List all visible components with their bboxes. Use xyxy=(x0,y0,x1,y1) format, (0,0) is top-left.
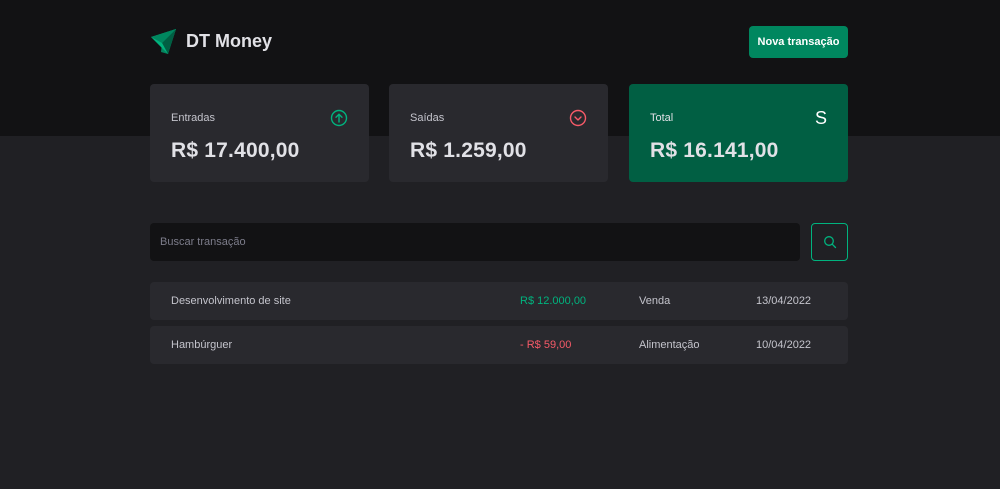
income-label: Entradas xyxy=(171,112,216,124)
transaction-category: Alimentação xyxy=(639,339,700,351)
transaction-price: - R$ 59,00 xyxy=(520,339,572,351)
transaction-date: 13/04/2022 xyxy=(756,295,812,307)
total-value: R$ 16.141,00 xyxy=(650,139,779,162)
outcome-value: R$ 1.259,00 xyxy=(410,139,527,162)
total-label: Total xyxy=(650,112,674,124)
transaction-description: Desenvolvimento de site xyxy=(171,295,291,307)
outcome-card: Saídas R$ 1.259,00 xyxy=(389,84,608,182)
income-card: Entradas R$ 17.400,00 xyxy=(150,84,369,182)
table-row: Desenvolvimento de site R$ 12.000,00 Ven… xyxy=(150,282,848,320)
app-name: DT Money xyxy=(186,31,273,51)
arrow-circle-up-icon xyxy=(330,109,348,127)
transaction-category: Venda xyxy=(639,295,671,307)
arrow-circle-down-icon xyxy=(569,109,587,127)
outcome-label: Saídas xyxy=(410,112,445,124)
transaction-price: R$ 12.000,00 xyxy=(520,295,587,307)
new-transaction-button[interactable]: Nova transação xyxy=(749,26,848,58)
income-value: R$ 17.400,00 xyxy=(171,139,300,162)
logo-icon xyxy=(151,29,176,54)
logo: DT Money xyxy=(150,28,272,55)
search-button[interactable] xyxy=(811,223,848,261)
transaction-description: Hambúrguer xyxy=(171,339,233,351)
magnifying-glass-icon xyxy=(823,236,836,249)
transaction-date: 10/04/2022 xyxy=(756,339,812,351)
table-row: Hambúrguer - R$ 59,00 Alimentação 10/04/… xyxy=(150,326,848,364)
currency-dollar-icon: S xyxy=(814,108,827,128)
search-input[interactable] xyxy=(150,223,800,261)
total-card: Total S R$ 16.141,00 xyxy=(629,84,848,182)
